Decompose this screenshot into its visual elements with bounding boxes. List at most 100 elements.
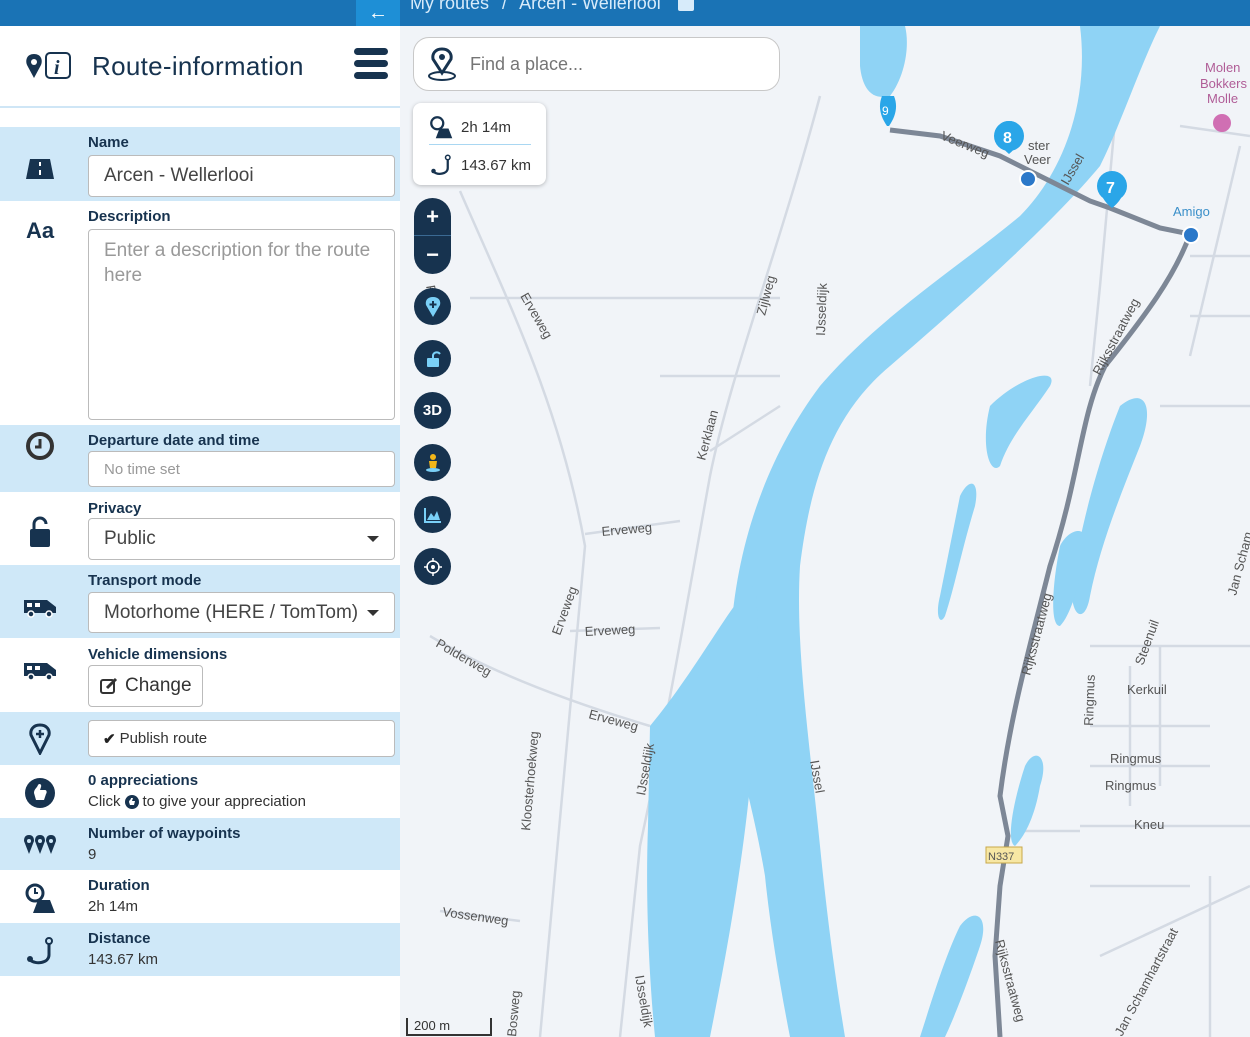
waypoints-icon — [22, 827, 58, 863]
change-dimensions-button[interactable]: Change — [88, 665, 203, 707]
svg-text:ster: ster — [1028, 138, 1050, 153]
locate-me-button[interactable] — [414, 548, 451, 585]
text-size-icon: Aa — [25, 218, 55, 243]
description-label: Description — [88, 208, 171, 225]
svg-text:Erveweg: Erveweg — [587, 706, 640, 734]
breadcrumb-separator: / — [502, 0, 508, 13]
click-text: Click — [88, 793, 121, 810]
duration-value: 2h 14m — [88, 898, 139, 915]
departure-label: Departure date and time — [88, 432, 260, 449]
description-textarea[interactable]: Enter a description for the route here — [88, 229, 395, 420]
svg-text:Zijlweg: Zijlweg — [753, 274, 778, 317]
svg-text:Erveweg: Erveweg — [549, 584, 580, 637]
privacy-row: Privacy Public — [0, 492, 400, 565]
change-label: Change — [125, 675, 192, 696]
svg-text:8: 8 — [1003, 130, 1012, 147]
lock-map-button[interactable] — [414, 340, 451, 377]
svg-text:Molle: Molle — [1207, 91, 1238, 106]
add-location-button[interactable] — [414, 288, 451, 325]
waypoints-label: Number of waypoints — [88, 825, 241, 842]
search-input[interactable] — [470, 53, 760, 75]
edit-icon — [100, 677, 118, 694]
transport-row: Transport mode Motorhome (HERE / TomTom) — [0, 565, 400, 638]
motorhome-icon — [22, 652, 58, 688]
vehicle-dimensions-row: Vehicle dimensions Change — [0, 638, 400, 712]
zoom-control: + − — [414, 198, 451, 274]
privacy-select[interactable]: Public — [88, 518, 395, 560]
map-scale: 200 m — [406, 1018, 492, 1036]
back-button[interactable]: ← — [356, 0, 400, 26]
clock-icon — [22, 428, 58, 464]
waypoints-value: 9 — [88, 846, 97, 863]
thumb-icon[interactable] — [124, 794, 139, 809]
sidebar-header: i Route-information — [0, 26, 400, 108]
svg-text:Ringmus: Ringmus — [1081, 674, 1098, 726]
departure-row: Departure date and time No time set — [0, 425, 400, 492]
transport-select[interactable]: Motorhome (HERE / TomTom) — [88, 592, 395, 633]
3d-button[interactable]: 3D — [414, 392, 451, 429]
pin-plus-icon — [425, 296, 440, 317]
distance-row: Distance 143.67 km — [0, 923, 400, 976]
appreciations-label: 0 appreciations — [88, 772, 199, 789]
distance-value: 143.67 km — [88, 951, 159, 968]
street-view-button[interactable] — [414, 444, 451, 481]
publish-row: ✔ Publish route — [0, 712, 400, 765]
edit-icon[interactable] — [677, 0, 694, 11]
svg-text:Rijksstraatweg: Rijksstraatweg — [1018, 591, 1054, 677]
unlock-icon — [426, 350, 441, 367]
svg-text:Erveweg: Erveweg — [584, 621, 635, 639]
road-icon — [22, 151, 58, 187]
svg-text:Vossenweg: Vossenweg — [442, 904, 510, 928]
caret-down-icon — [367, 609, 379, 616]
map[interactable]: 9 8 7 Veerweg ster Veer IJssel Amigo Mol… — [400, 26, 1250, 1037]
appreciations-hint: Click to give your appreciation — [88, 793, 306, 810]
route-info-icon: i — [26, 52, 71, 79]
lock-icon — [22, 514, 58, 550]
sidebar-title: Route-information — [92, 50, 304, 81]
pin-plus-icon — [22, 721, 58, 757]
zoom-in-button[interactable]: + — [414, 198, 451, 236]
svg-text:Kerklaan: Kerklaan — [693, 408, 721, 461]
check-icon: ✔ — [103, 730, 116, 748]
thumb-icon — [22, 775, 58, 811]
svg-text:Veerweg: Veerweg — [939, 128, 992, 161]
svg-text:Ringmus: Ringmus — [1105, 778, 1157, 793]
svg-text:Amigo: Amigo — [1173, 204, 1210, 219]
zoom-out-button[interactable]: − — [414, 236, 451, 274]
waypoint-marker-8: 8 — [994, 121, 1024, 154]
name-row: Name Arcen - Wellerlooi — [0, 127, 400, 201]
route-stats-card: 2h 14m 143.67 km — [413, 103, 546, 185]
route-distance-icon — [431, 154, 451, 175]
crosshair-icon — [423, 557, 442, 576]
transport-value: Motorhome (HERE / TomTom) — [104, 601, 359, 623]
elevation-chart-icon — [423, 507, 441, 523]
description-row: Aa Description Enter a description for t… — [0, 201, 400, 425]
stopwatch-road-icon — [430, 116, 453, 139]
breadcrumb: My routes / Arcen - Wellerlooi — [410, 0, 694, 14]
svg-text:i: i — [54, 57, 60, 79]
appreciations-row: 0 appreciations Click to give your appre… — [0, 765, 400, 818]
svg-text:N337: N337 — [988, 851, 1014, 863]
svg-text:9: 9 — [882, 104, 889, 118]
route-distance-icon — [22, 933, 58, 969]
menu-icon[interactable] — [354, 48, 388, 80]
breadcrumb-my-routes[interactable]: My routes — [410, 0, 489, 13]
elevation-button[interactable] — [414, 496, 451, 533]
publish-label: Publish route — [119, 730, 208, 747]
pegman-icon — [425, 453, 440, 472]
place-search[interactable] — [413, 37, 780, 91]
svg-text:Polderweg: Polderweg — [434, 636, 495, 680]
motorhome-icon — [22, 589, 58, 625]
svg-text:Kneu: Kneu — [1134, 817, 1164, 832]
distance-label: Distance — [88, 930, 151, 947]
svg-text:Jan Scham: Jan Scham — [1224, 530, 1250, 597]
route-info-sidebar: i Route-information Name Arcen - Wellerl… — [0, 26, 400, 1037]
location-pin-icon — [428, 47, 456, 81]
svg-text:Kerkuil: Kerkuil — [1127, 682, 1167, 697]
publish-route-button[interactable]: ✔ Publish route — [88, 720, 395, 757]
departure-input[interactable]: No time set — [88, 451, 395, 487]
name-input[interactable]: Arcen - Wellerlooi — [88, 155, 395, 197]
duration-row: Duration 2h 14m — [0, 870, 400, 923]
top-bar: ← My routes / Arcen - Wellerlooi — [0, 0, 1250, 26]
stopwatch-road-icon — [22, 880, 58, 916]
